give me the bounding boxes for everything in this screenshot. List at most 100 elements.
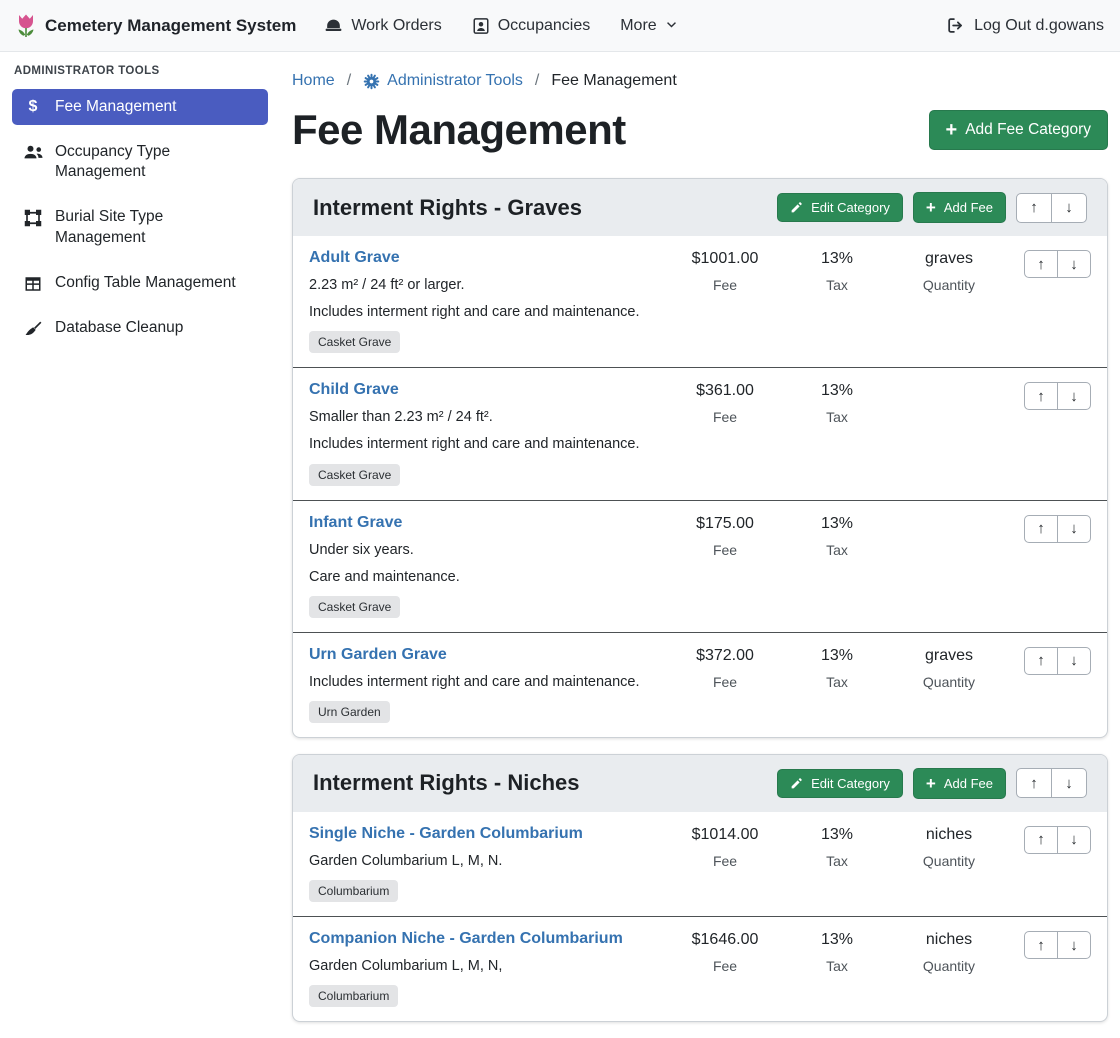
fee-name-link[interactable]: Infant Grave bbox=[309, 514, 402, 532]
fee-quantity-label: Quantity bbox=[893, 277, 1005, 293]
move-fee-down-button[interactable]: ↓ bbox=[1057, 931, 1091, 959]
sidebar-item-burial-site-type-management[interactable]: Burial Site Type Management bbox=[12, 199, 268, 255]
hard-hat-icon bbox=[324, 16, 343, 35]
fee-row: Urn Garden Grave Includes interment righ… bbox=[293, 632, 1107, 737]
nav-more[interactable]: More bbox=[620, 17, 677, 35]
move-fee-up-button[interactable]: ↑ bbox=[1024, 647, 1058, 675]
arrow-down-icon: ↓ bbox=[1070, 937, 1078, 954]
fee-amount-value: $372.00 bbox=[669, 647, 781, 666]
move-category-down-button[interactable]: ↓ bbox=[1051, 193, 1087, 223]
fee-quantity-value: niches bbox=[893, 826, 1005, 845]
move-fee-down-button[interactable]: ↓ bbox=[1057, 515, 1091, 543]
category-header: Interment Rights - Niches Edit Category … bbox=[293, 755, 1107, 812]
fee-tax-column: 13% Tax bbox=[781, 381, 893, 485]
broom-icon bbox=[22, 320, 44, 339]
fee-quantity-value bbox=[893, 382, 1005, 401]
move-fee-up-button[interactable]: ↑ bbox=[1024, 382, 1058, 410]
dollar-icon: $ bbox=[22, 99, 44, 115]
edit-category-label: Edit Category bbox=[811, 776, 890, 791]
breadcrumb-administrator-tools[interactable]: Administrator Tools bbox=[363, 72, 523, 90]
fee-tax-value: 13% bbox=[781, 250, 893, 269]
arrow-up-icon: ↑ bbox=[1037, 520, 1045, 537]
breadcrumb-home[interactable]: Home bbox=[292, 72, 335, 90]
move-fee-up-button[interactable]: ↑ bbox=[1024, 826, 1058, 854]
add-fee-category-label: Add Fee Category bbox=[965, 121, 1091, 139]
move-fee-down-button[interactable]: ↓ bbox=[1057, 382, 1091, 410]
fee-tax-label: Tax bbox=[781, 958, 893, 974]
move-fee-up-button[interactable]: ↑ bbox=[1024, 931, 1058, 959]
fee-actions: ↑ ↓ bbox=[1005, 646, 1091, 723]
fee-tax-column: 13% Tax bbox=[781, 930, 893, 1007]
sidebar-item-config-table-management[interactable]: Config Table Management bbox=[12, 265, 268, 301]
category-title: Interment Rights - Niches bbox=[313, 770, 579, 796]
fee-info: Urn Garden Grave Includes interment righ… bbox=[309, 646, 669, 723]
arrow-up-icon: ↑ bbox=[1037, 652, 1045, 669]
fee-amount-column: $175.00 Fee bbox=[669, 514, 781, 618]
admin-sidebar: ADMINISTRATOR TOOLS $ Fee Management Occ… bbox=[0, 52, 280, 356]
add-fee-button[interactable]: + Add Fee bbox=[913, 768, 1006, 799]
category-title: Interment Rights - Graves bbox=[313, 195, 582, 221]
move-fee-down-button[interactable]: ↓ bbox=[1057, 826, 1091, 854]
fee-description-line: Includes interment right and care and ma… bbox=[309, 673, 661, 691]
logout-link[interactable]: Log Out d.gowans bbox=[946, 16, 1104, 35]
arrow-up-icon: ↑ bbox=[1030, 199, 1038, 216]
fee-quantity-label: Quantity bbox=[893, 958, 1005, 974]
add-fee-category-button[interactable]: + Add Fee Category bbox=[929, 110, 1108, 150]
nav-occupancies[interactable]: Occupancies bbox=[472, 17, 591, 35]
fee-name-link[interactable]: Single Niche - Garden Columbarium bbox=[309, 825, 583, 843]
arrow-down-icon: ↓ bbox=[1065, 775, 1073, 792]
fee-actions: ↑ ↓ bbox=[1005, 381, 1091, 485]
chevron-down-icon bbox=[665, 19, 678, 32]
fee-description: Includes interment right and care and ma… bbox=[309, 673, 661, 691]
move-fee-up-button[interactable]: ↑ bbox=[1024, 250, 1058, 278]
edit-category-button[interactable]: Edit Category bbox=[777, 193, 903, 222]
plus-icon: + bbox=[946, 120, 958, 140]
fee-info: Adult Grave 2.23 m² / 24 ft² or larger.I… bbox=[309, 249, 669, 353]
sidebar-item-database-cleanup[interactable]: Database Cleanup bbox=[12, 310, 268, 347]
breadcrumb-current: Fee Management bbox=[551, 72, 676, 90]
pencil-icon bbox=[790, 777, 803, 790]
fee-name-link[interactable]: Companion Niche - Garden Columbarium bbox=[309, 930, 623, 948]
edit-category-label: Edit Category bbox=[811, 200, 890, 215]
sidebar-item-fee-management[interactable]: $ Fee Management bbox=[12, 89, 268, 125]
occupancy-booth-icon bbox=[472, 17, 490, 35]
fee-amount-value: $1001.00 bbox=[669, 250, 781, 269]
fee-row: Adult Grave 2.23 m² / 24 ft² or larger.I… bbox=[293, 236, 1107, 367]
fee-type-badge: Casket Grave bbox=[309, 331, 400, 353]
fee-name-link[interactable]: Adult Grave bbox=[309, 249, 400, 267]
move-fee-up-button[interactable]: ↑ bbox=[1024, 515, 1058, 543]
breadcrumb-admin-label: Administrator Tools bbox=[387, 72, 523, 90]
fee-tax-label: Tax bbox=[781, 542, 893, 558]
fee-amount-value: $361.00 bbox=[669, 382, 781, 401]
fee-type-badge: Columbarium bbox=[309, 880, 398, 902]
main-content: Home / Administrator Tools bbox=[280, 52, 1120, 1038]
fee-info: Infant Grave Under six years.Care and ma… bbox=[309, 514, 669, 618]
main-nav: Work Orders Occupancies More bbox=[324, 16, 946, 35]
move-category-up-button[interactable]: ↑ bbox=[1016, 768, 1052, 798]
move-category-down-button[interactable]: ↓ bbox=[1051, 768, 1087, 798]
fee-categories: Interment Rights - Graves Edit Category … bbox=[292, 178, 1108, 1022]
fee-quantity-label: Quantity bbox=[893, 674, 1005, 690]
fee-name-link[interactable]: Urn Garden Grave bbox=[309, 646, 447, 664]
fee-amount-label: Fee bbox=[669, 542, 781, 558]
fee-description-line: Includes interment right and care and ma… bbox=[309, 303, 661, 321]
fee-actions: ↑ ↓ bbox=[1005, 825, 1091, 902]
edit-category-button[interactable]: Edit Category bbox=[777, 769, 903, 798]
add-fee-button[interactable]: + Add Fee bbox=[913, 192, 1006, 223]
add-fee-label: Add Fee bbox=[944, 776, 993, 791]
sidebar-item-occupancy-type-management[interactable]: Occupancy Type Management bbox=[12, 134, 268, 190]
fee-reorder-group: ↑ ↓ bbox=[1024, 931, 1091, 959]
fee-tax-label: Tax bbox=[781, 674, 893, 690]
move-fee-down-button[interactable]: ↓ bbox=[1057, 647, 1091, 675]
fee-category-card: Interment Rights - Niches Edit Category … bbox=[292, 754, 1108, 1022]
fee-quantity-column: graves Quantity bbox=[893, 249, 1005, 353]
nav-work-orders[interactable]: Work Orders bbox=[324, 16, 441, 35]
move-fee-down-button[interactable]: ↓ bbox=[1057, 250, 1091, 278]
arrow-up-icon: ↑ bbox=[1037, 831, 1045, 848]
fee-description-line: Garden Columbarium L, M, N, bbox=[309, 957, 661, 975]
fee-rows: Single Niche - Garden Columbarium Garden… bbox=[293, 812, 1107, 1021]
fee-amount-column: $372.00 Fee bbox=[669, 646, 781, 723]
move-category-up-button[interactable]: ↑ bbox=[1016, 193, 1052, 223]
plus-icon: + bbox=[926, 199, 936, 216]
fee-name-link[interactable]: Child Grave bbox=[309, 381, 399, 399]
